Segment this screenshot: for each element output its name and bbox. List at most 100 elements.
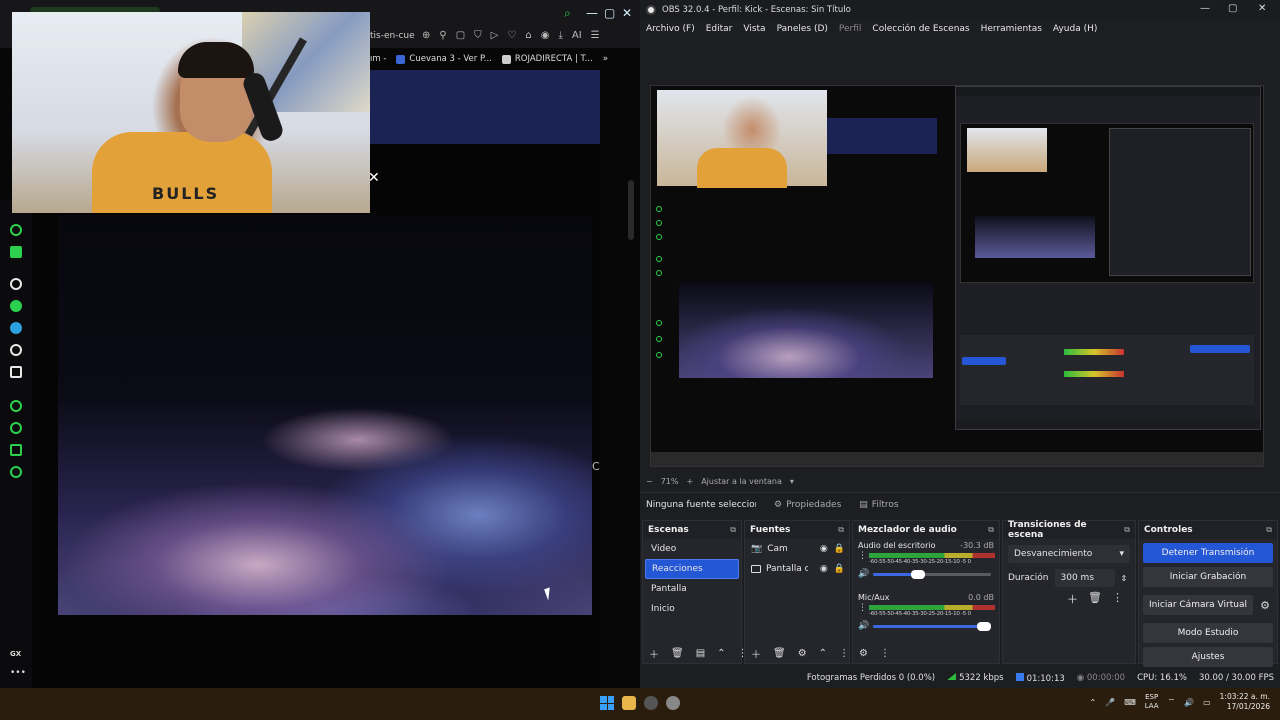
stepper-icon[interactable]: ⇕: [1121, 574, 1128, 583]
windows-start-icon[interactable]: [600, 696, 614, 710]
virtual-camera-button[interactable]: Iniciar Cámara Virtual: [1143, 595, 1253, 615]
kebab-icon[interactable]: ⋮: [1112, 591, 1123, 607]
browser-scrollbar[interactable]: [628, 180, 634, 240]
downloads-icon[interactable]: [10, 444, 22, 456]
ai-icon[interactable]: AI: [572, 30, 582, 41]
minimize-icon[interactable]: —: [586, 6, 598, 20]
telegram-icon[interactable]: [10, 322, 22, 334]
stop-stream-button[interactable]: Detener Transmisión: [1143, 543, 1273, 563]
search-icon[interactable]: ⌕: [564, 6, 571, 21]
move-up-icon[interactable]: ⌃: [819, 648, 827, 659]
whatsapp-icon[interactable]: [10, 300, 22, 312]
menu-herramientas[interactable]: Herramientas: [981, 24, 1042, 34]
gx-icon[interactable]: GX: [10, 650, 21, 658]
heart-icon[interactable]: ♡: [507, 30, 516, 41]
menu-vista[interactable]: Vista: [743, 24, 765, 34]
filter-icon[interactable]: ▤: [696, 648, 705, 659]
crop-icon[interactable]: ▢: [456, 30, 465, 41]
overlay-close-icon[interactable]: ✕: [368, 170, 380, 186]
trash-icon[interactable]: 🗑: [671, 648, 684, 659]
speaker-icon[interactable]: 🔊: [858, 569, 869, 579]
bookmark-item[interactable]: ım -: [370, 54, 386, 64]
eye-icon[interactable]: ◉: [820, 544, 828, 554]
download-icon[interactable]: ⤓: [558, 30, 562, 41]
undock-icon[interactable]: ⧉: [988, 525, 994, 535]
volume-knob[interactable]: [977, 621, 992, 631]
menu-ayuda[interactable]: Ayuda (H): [1053, 24, 1097, 34]
minimize-icon[interactable]: —: [1200, 3, 1210, 14]
transition-select[interactable]: Desvanecimiento ▾: [1008, 545, 1130, 563]
scene-item-selected[interactable]: Reacciones: [645, 559, 739, 579]
chevron-up-icon[interactable]: ⌃: [1090, 698, 1097, 707]
close-icon[interactable]: ✕: [1258, 3, 1266, 14]
scene-item[interactable]: Pantalla: [645, 579, 739, 599]
mixer-settings-icon[interactable]: ⚙: [859, 648, 868, 659]
clock[interactable]: 1:03:22 a. m. 17/01/2026: [1220, 692, 1270, 712]
kebab-icon[interactable]: ⋮: [839, 648, 849, 659]
source-item-cam[interactable]: 📷 Cam ◉ 🔒: [745, 539, 849, 559]
more-icon[interactable]: •••: [10, 668, 26, 678]
aria-icon[interactable]: [10, 224, 22, 236]
zoom-in-icon[interactable]: +: [686, 477, 693, 486]
mic-icon[interactable]: 🎤: [1105, 698, 1115, 707]
close-icon[interactable]: ✕: [622, 6, 632, 20]
messenger-icon[interactable]: [10, 246, 22, 258]
undock-icon[interactable]: ⧉: [838, 525, 844, 535]
scene-item[interactable]: Inicio: [645, 599, 739, 619]
menu-icon[interactable]: ☰: [591, 30, 600, 41]
gear-icon[interactable]: ⚙: [798, 648, 807, 659]
bookmark-rojadirecta[interactable]: ROJADIRECTA | T...: [501, 54, 593, 64]
player-icon[interactable]: [10, 400, 22, 412]
start-recording-button[interactable]: Iniciar Grabación: [1143, 567, 1273, 587]
file-explorer-icon[interactable]: [622, 696, 636, 710]
fit-window-dropdown[interactable]: Ajustar a la ventana: [701, 477, 782, 486]
filters-button[interactable]: ▤ Filtros: [859, 500, 898, 510]
duration-input[interactable]: 300 ms: [1054, 569, 1115, 587]
studio-mode-button[interactable]: Modo Estudio: [1143, 623, 1273, 643]
chevron-down-icon[interactable]: ▾: [790, 477, 794, 486]
video-player[interactable]: [58, 215, 592, 615]
kebab-icon[interactable]: ⋮: [880, 648, 890, 659]
x-icon[interactable]: [10, 366, 22, 378]
menu-perfil[interactable]: Perfil: [839, 24, 862, 34]
battery-icon[interactable]: ▭: [1203, 698, 1211, 707]
tiktok-icon[interactable]: [10, 344, 22, 356]
menu-coleccion[interactable]: Colección de Escenas: [872, 24, 969, 34]
history-icon[interactable]: [10, 422, 22, 434]
eye-icon[interactable]: ◉: [820, 564, 828, 574]
profile-icon[interactable]: ◉: [541, 30, 550, 41]
volume-icon[interactable]: 🔊: [1184, 698, 1194, 707]
source-item-pantalla[interactable]: Pantalla completa ◉ 🔒: [745, 559, 849, 579]
add-icon[interactable]: ＋: [751, 646, 761, 661]
add-icon[interactable]: ＋: [1067, 591, 1078, 607]
browser-taskbar-icon[interactable]: [666, 696, 680, 710]
volume-slider[interactable]: [873, 569, 992, 579]
shield-icon[interactable]: ⛉: [474, 30, 482, 41]
menu-editar[interactable]: Editar: [706, 24, 733, 34]
volume-slider[interactable]: [873, 621, 992, 631]
trash-icon[interactable]: 🗑: [773, 648, 786, 659]
chatgpt-icon[interactable]: [10, 278, 22, 290]
zoom-out-icon[interactable]: −: [646, 477, 653, 486]
gear-icon[interactable]: ⚙: [1257, 599, 1273, 612]
trash-icon[interactable]: 🗑: [1088, 591, 1102, 607]
settings-button[interactable]: Ajustes: [1143, 647, 1273, 667]
settings-icon[interactable]: [10, 466, 22, 478]
lock-icon[interactable]: 🔒: [834, 544, 845, 554]
undock-icon[interactable]: ⧉: [1124, 525, 1130, 535]
menu-paneles[interactable]: Paneles (D): [777, 24, 828, 34]
play-icon[interactable]: ▷: [491, 30, 499, 41]
maximize-icon[interactable]: ▢: [1228, 3, 1237, 14]
program-preview[interactable]: [650, 85, 1264, 467]
kebab-icon[interactable]: ⋮: [858, 603, 867, 613]
scene-item[interactable]: Video: [645, 539, 739, 559]
undock-icon[interactable]: ⧉: [1266, 525, 1272, 535]
bookmarks-more-icon[interactable]: »: [603, 54, 608, 64]
menu-archivo[interactable]: Archivo (F): [646, 24, 695, 34]
add-icon[interactable]: ＋: [649, 646, 659, 661]
obs-taskbar-icon[interactable]: [644, 696, 658, 710]
extensions-icon[interactable]: ⌂: [525, 30, 531, 41]
language-indicator[interactable]: ESP LAA: [1145, 693, 1159, 711]
volume-knob[interactable]: [911, 569, 926, 579]
speaker-icon[interactable]: 🔊: [858, 621, 869, 631]
